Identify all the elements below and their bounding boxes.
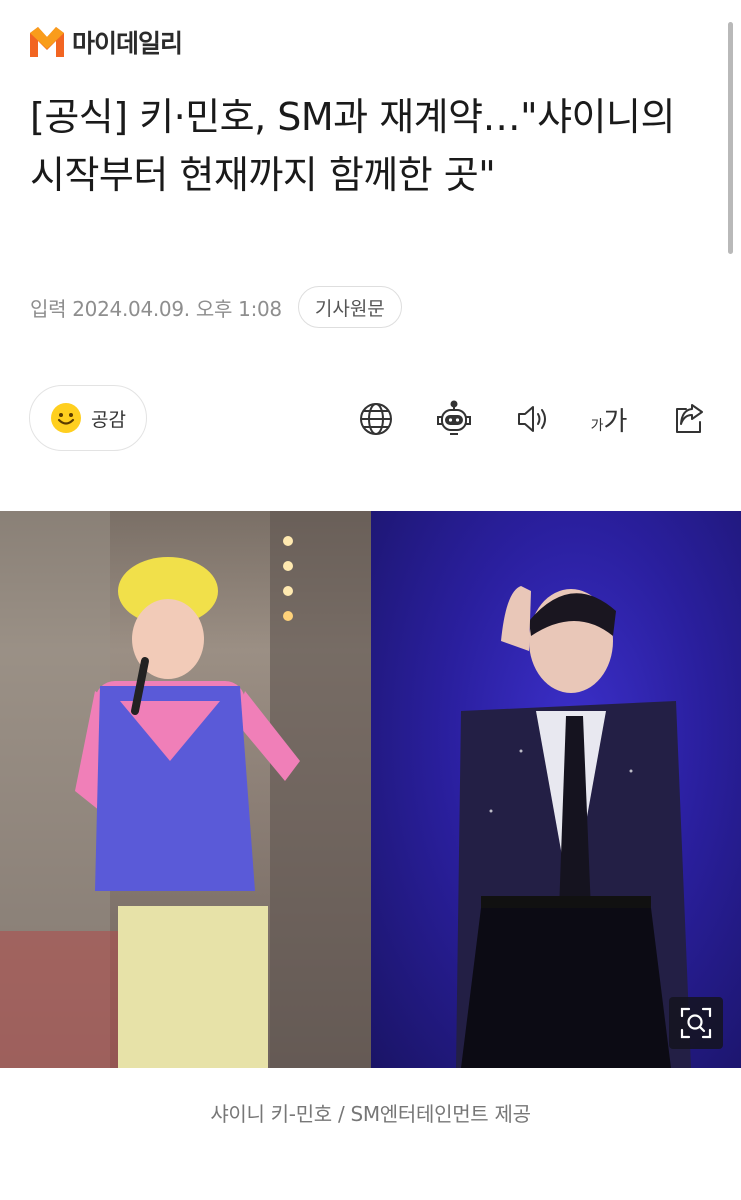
photo-zoom-button[interactable] xyxy=(669,997,723,1049)
article-photo[interactable] xyxy=(0,511,741,1068)
speaker-icon xyxy=(518,406,546,432)
publisher-logo[interactable]: 마이데일리 xyxy=(28,24,183,60)
scrollbar[interactable] xyxy=(728,22,733,254)
key-illustration xyxy=(0,511,371,1068)
robot-icon xyxy=(437,400,471,435)
original-article-label: 기사원문 xyxy=(314,297,385,320)
mydaily-logo-icon xyxy=(30,27,64,57)
font-size-icon: 가가 xyxy=(591,401,628,438)
article-meta: 입력 2024.04.09. 오후 1:08 기사원문 xyxy=(30,286,402,328)
published-date: 입력 2024.04.09. 오후 1:08 xyxy=(30,296,282,321)
share-icon xyxy=(676,404,703,433)
font-size-button[interactable]: 가가 xyxy=(586,396,632,442)
smile-icon xyxy=(51,403,81,433)
minho-illustration xyxy=(456,586,691,1068)
article-headline: [공식] 키·민호, SM과 재계약…"샤이니의 시작부터 현재까지 함께한 곳… xyxy=(30,95,675,197)
original-article-button[interactable]: 기사원문 xyxy=(297,286,402,328)
translate-button[interactable] xyxy=(353,396,399,442)
font-size-small-glyph: 가 xyxy=(590,417,604,434)
empathy-label: 공감 xyxy=(91,408,126,431)
share-button[interactable] xyxy=(666,396,712,442)
listen-button[interactable] xyxy=(509,396,555,442)
photo-caption: 샤이니 키-민호 / SM엔터테인먼트 제공 xyxy=(210,1102,531,1126)
logo-text: 마이데일리 xyxy=(72,29,183,58)
photo-minho-performing xyxy=(371,511,741,1068)
summary-bot-button[interactable] xyxy=(431,396,477,442)
font-size-big-glyph: 가 xyxy=(603,406,628,437)
magnifier-zoom-icon xyxy=(680,1007,712,1039)
empathy-button[interactable]: 공감 xyxy=(29,385,147,451)
globe-icon xyxy=(360,403,392,435)
photo-key-performing xyxy=(0,511,371,1068)
